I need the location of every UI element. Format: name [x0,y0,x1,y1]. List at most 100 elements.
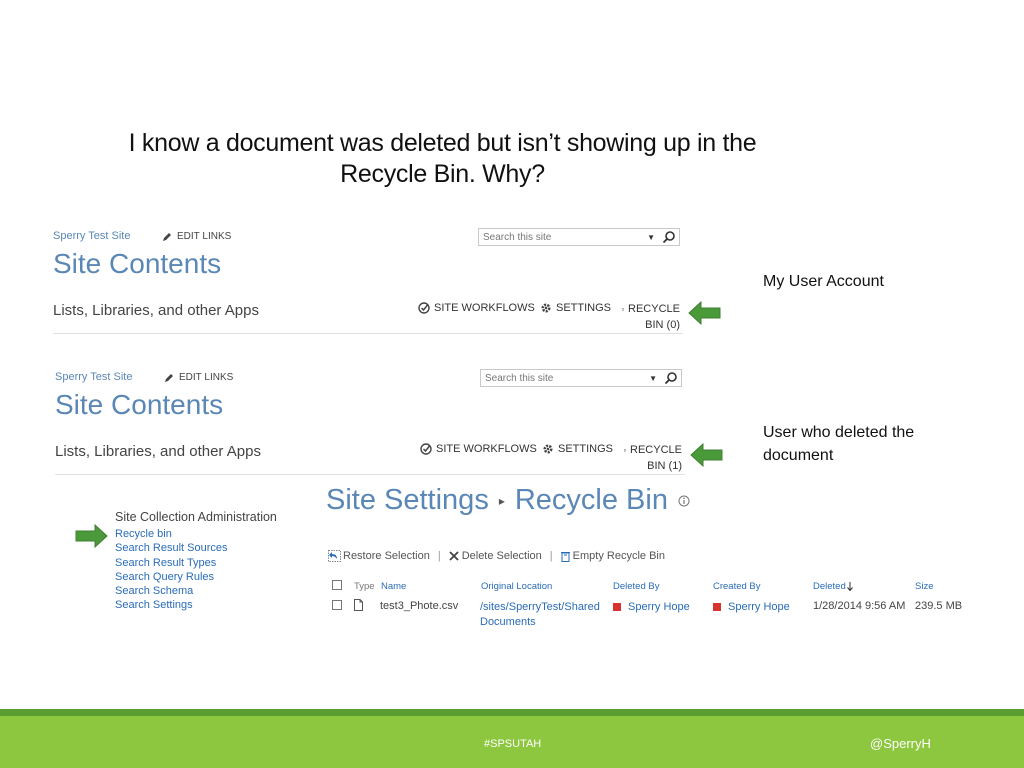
column-header-deleted-label: Deleted [813,581,846,592]
trash-icon [622,307,625,311]
column-header-type[interactable]: Type [354,581,375,592]
search-icon[interactable] [664,371,678,385]
recycle-bin-button[interactable]: RECYCLE BIN (1) [624,442,682,474]
recycle-bin-button[interactable]: RECYCLE BIN (0) [622,301,680,333]
edit-links-button[interactable]: EDIT LINKS [162,231,231,242]
site-workflows-button[interactable]: SITE WORKFLOWS [420,443,537,455]
row-deleted-by[interactable]: Sperry Hope [613,601,690,613]
search-placeholder: Search this site [483,231,552,243]
restore-icon [328,550,341,562]
recycle-label-1: RECYCLE [628,303,680,315]
page-subtitle: Lists, Libraries, and other Apps [55,443,261,460]
page-title: Site Contents [53,248,222,279]
presence-icon [613,603,621,611]
recycle-actions-toolbar: Restore Selection | Delete Selection | E… [328,550,665,562]
site-collection-admin-links: Recycle bin Search Result Sources Search… [115,527,228,613]
document-icon [354,599,363,611]
search-result-sources-link[interactable]: Search Result Sources [115,541,228,555]
deleted-by-name: Sperry Hope [628,601,690,613]
page-subtitle: Lists, Libraries, and other Apps [53,302,259,319]
deleter-user-note: User who deleted the document [763,421,914,467]
column-header-created-by[interactable]: Created By [713,581,761,592]
search-settings-link[interactable]: Search Settings [115,598,228,612]
action-separator: | [549,550,553,562]
delete-selection-button[interactable]: Delete Selection [449,550,542,562]
edit-links-button[interactable]: EDIT LINKS [164,372,233,383]
column-header-name[interactable]: Name [381,581,406,592]
created-by-name: Sperry Hope [728,601,790,613]
green-arrow-left-icon [690,443,723,467]
recycle-bin-link[interactable]: Recycle bin [115,527,228,541]
empty-recycle-bin-button[interactable]: Empty Recycle Bin [560,550,665,562]
recycle-label-1: RECYCLE [630,444,682,456]
breadcrumb-arrow-icon: ▸ [498,493,505,508]
delete-selection-label: Delete Selection [461,550,542,562]
column-header-size[interactable]: Size [915,581,933,592]
sort-down-icon [846,582,853,591]
trash-icon [624,448,627,452]
site-workflows-label: SITE WORKFLOWS [434,302,535,314]
footer-handle: @SperryH [870,736,931,751]
restore-selection-button[interactable]: Restore Selection [328,550,430,562]
green-arrow-right-icon [75,524,108,548]
recycle-bin-title: Recycle Bin [514,484,668,516]
settings-label: SETTINGS [558,443,614,455]
site-name-link[interactable]: Sperry Test Site [53,230,130,242]
row-original-location[interactable]: /sites/SperryTest/Shared Documents [480,600,600,630]
gear-icon [543,444,553,454]
recycle-bin-page-title: Site Settings ▸ Recycle Bin [326,484,690,517]
footer-hashtag: #SPSUTAH [484,738,542,750]
workflow-icon [418,302,430,314]
search-placeholder: Search this site [485,372,554,384]
action-separator: | [437,550,441,562]
site-settings-breadcrumb[interactable]: Site Settings [326,484,489,517]
edit-links-label: EDIT LINKS [177,231,232,242]
site-workflows-button[interactable]: SITE WORKFLOWS [418,302,535,314]
empty-recycle-bin-label: Empty Recycle Bin [572,550,665,562]
restore-selection-label: Restore Selection [343,550,430,562]
my-user-account-note: My User Account [763,273,884,290]
settings-button[interactable]: SETTINGS [540,302,611,314]
row-deleted-date: 1/28/2014 9:56 AM [813,600,906,612]
divider [53,333,683,334]
deleter-note-line1: User who deleted the [763,424,915,441]
chevron-down-icon[interactable]: ▼ [647,233,655,242]
edit-links-label: EDIT LINKS [179,372,234,383]
site-collection-admin-title: Site Collection Administration [115,510,277,524]
divider [55,474,685,475]
column-header-deleted-by[interactable]: Deleted By [613,581,659,592]
search-result-types-link[interactable]: Search Result Types [115,556,228,570]
row-name: test3_Phote.csv [380,600,459,612]
pencil-icon [163,232,171,241]
location-line2: Documents [480,616,536,628]
settings-button[interactable]: SETTINGS [542,443,613,455]
footer-stripe [0,709,1024,716]
site-workflows-label: SITE WORKFLOWS [436,443,537,455]
row-created-by[interactable]: Sperry Hope [713,601,790,613]
row-checkbox[interactable] [332,600,342,610]
search-query-rules-link[interactable]: Search Query Rules [115,570,228,584]
select-all-checkbox[interactable] [332,580,342,590]
site-name-link[interactable]: Sperry Test Site [55,371,132,383]
pencil-icon [165,373,173,382]
column-header-deleted[interactable]: Deleted [813,581,853,592]
search-icon[interactable] [662,230,676,244]
row-size: 239.5 MB [915,600,963,612]
slide-title: I know a document was deleted but isn’t … [60,128,825,190]
workflow-icon [420,443,432,455]
search-box[interactable]: Search this site ▼ [478,228,680,246]
recycle-count-label: BIN (1) [647,460,682,472]
search-schema-link[interactable]: Search Schema [115,584,228,598]
green-arrow-left-icon [688,301,721,325]
close-icon [449,551,459,561]
settings-label: SETTINGS [556,302,612,314]
gear-icon [541,303,551,313]
presence-icon [713,603,721,611]
page-title: Site Contents [55,389,224,420]
location-line1: /sites/SperryTest/Shared [480,601,600,613]
info-icon[interactable] [678,495,690,507]
column-header-original-location[interactable]: Original Location [481,581,552,592]
slide-title-line1: I know a document was deleted but isn’t … [128,129,757,157]
search-box[interactable]: Search this site ▼ [480,369,682,387]
chevron-down-icon[interactable]: ▼ [649,374,657,383]
